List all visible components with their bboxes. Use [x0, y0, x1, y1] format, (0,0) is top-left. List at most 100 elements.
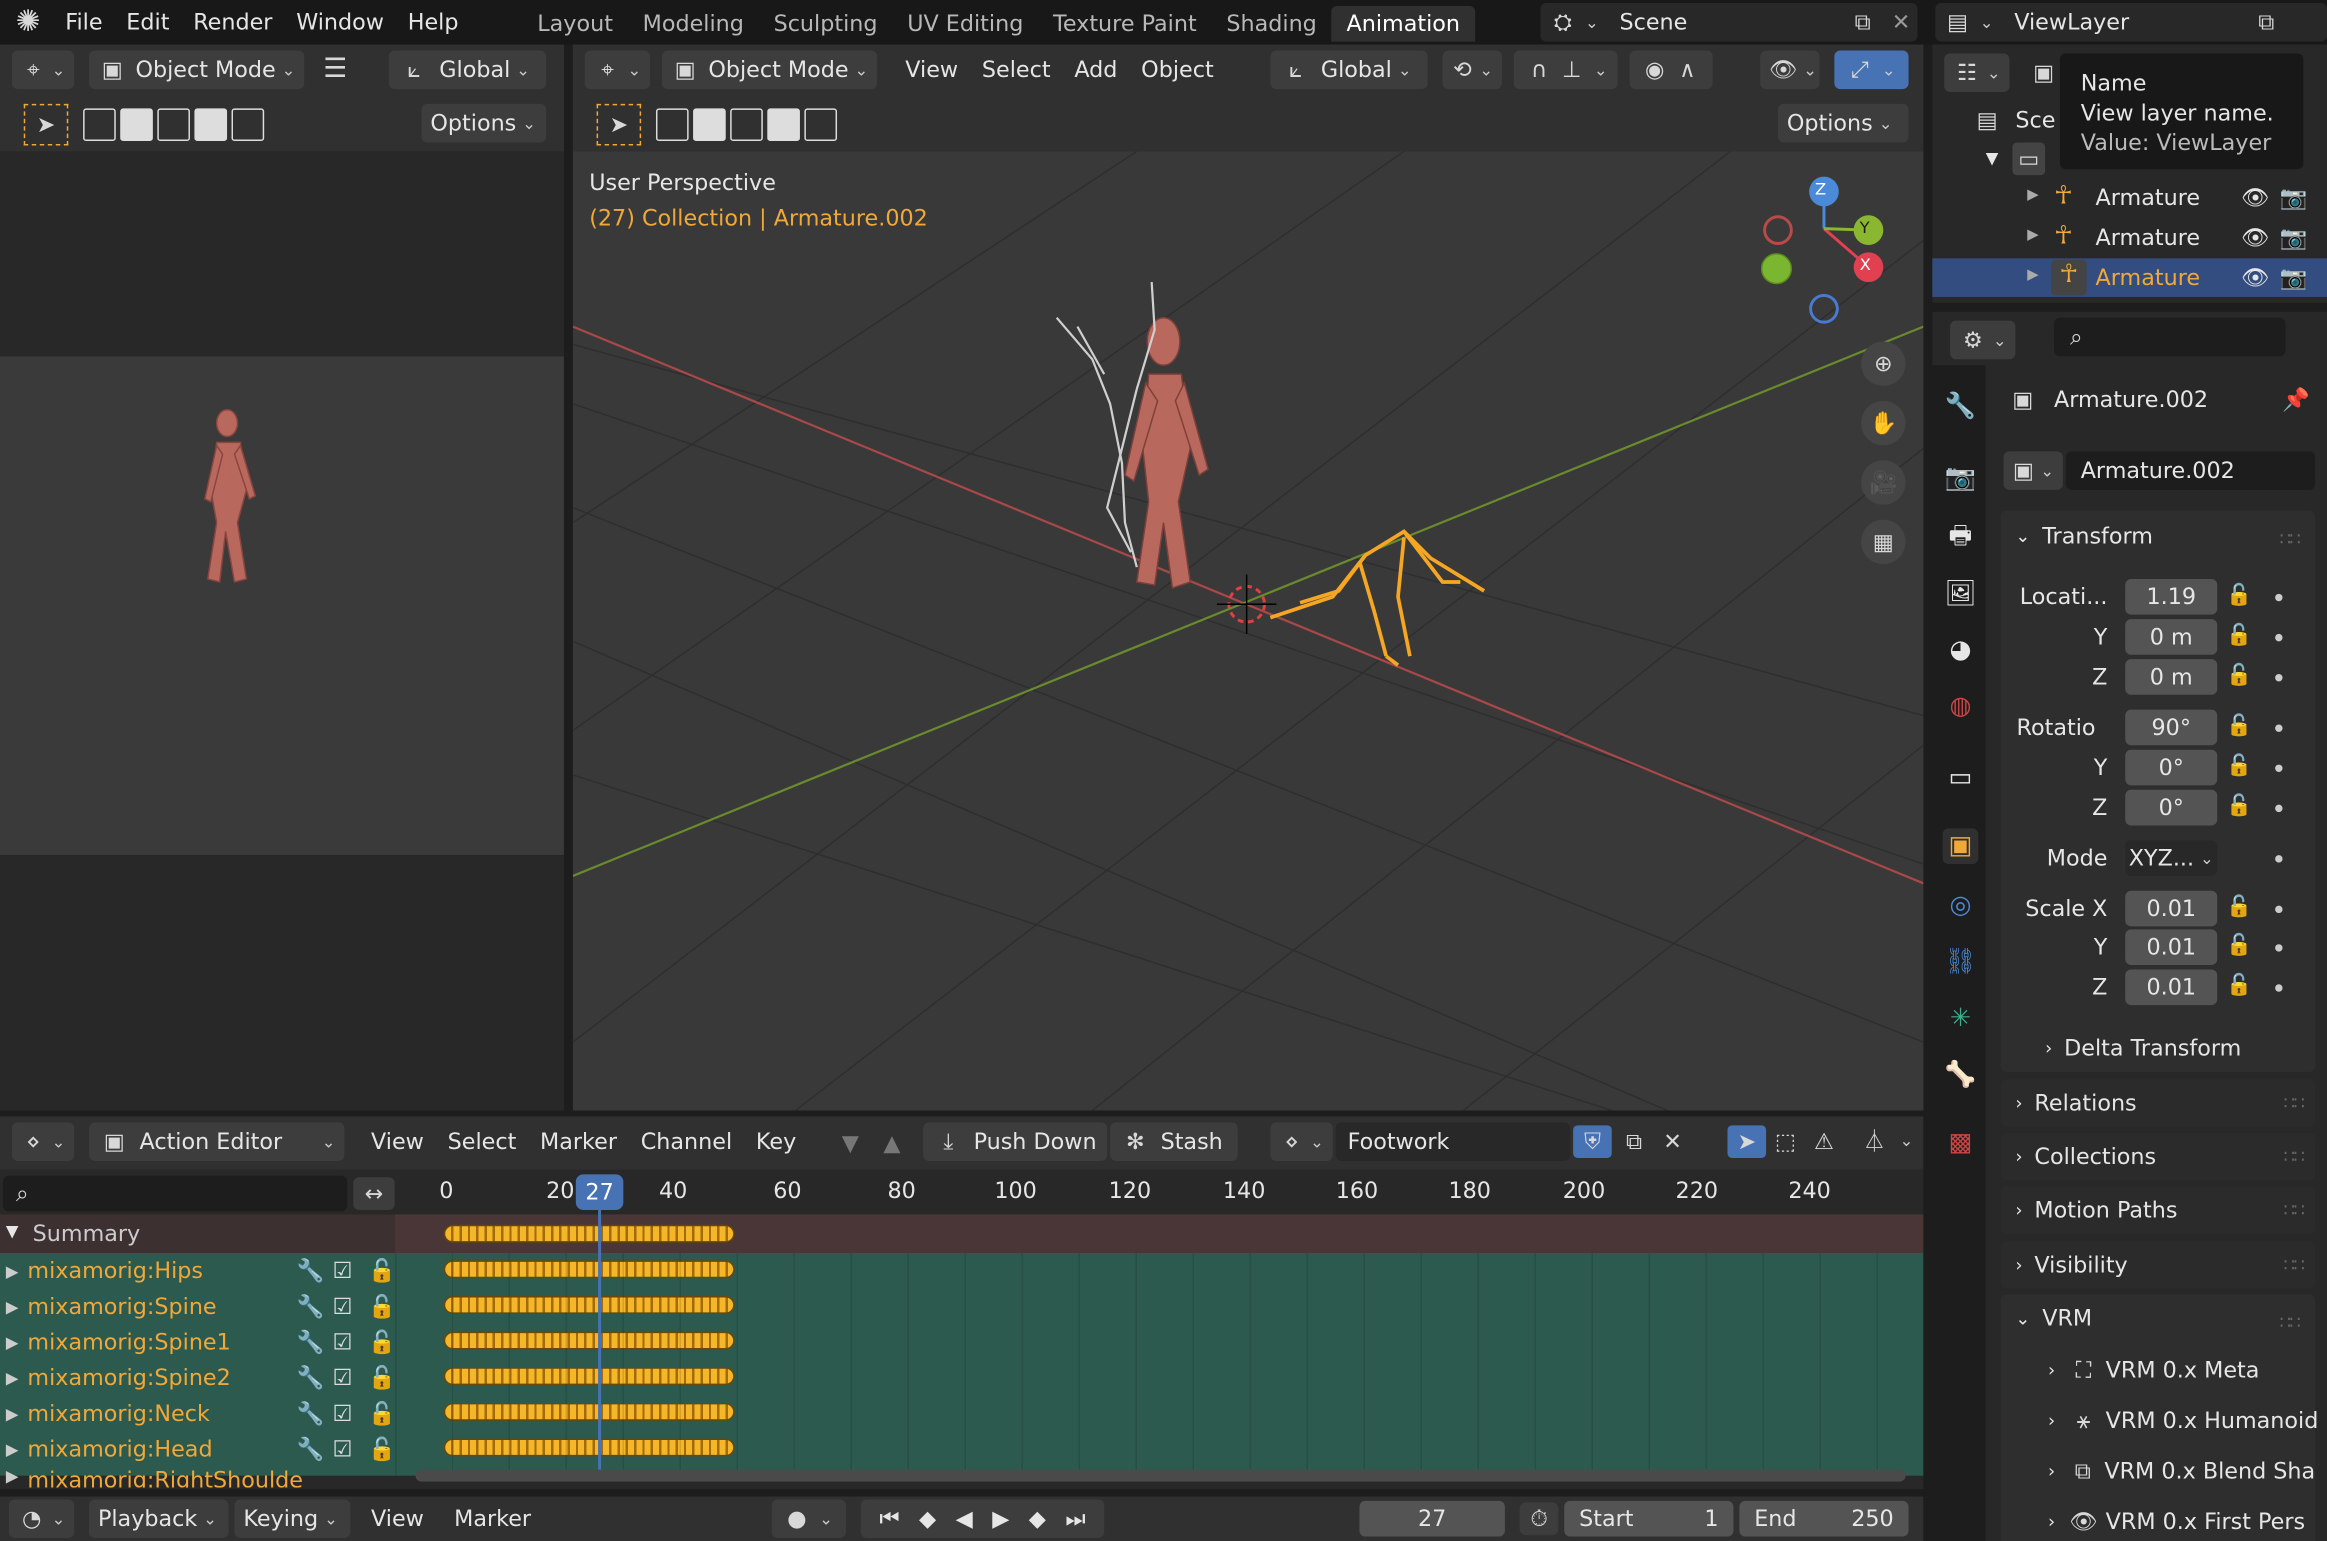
current-frame-indicator[interactable]: 27	[575, 1174, 624, 1210]
checkbox-icon[interactable]: ☑	[332, 1329, 352, 1356]
zoom-icon[interactable]: ⊕	[1861, 341, 1906, 386]
lock-icon[interactable]: 🔓	[368, 1364, 396, 1391]
visibility-panel[interactable]: › Visibility ∷∷	[2000, 1241, 2316, 1289]
editor-type-button[interactable]: ⋄ ⌄	[11, 1122, 75, 1161]
layer-up-icon[interactable]: ▲	[876, 1127, 909, 1160]
tab-sculpting[interactable]: Sculpting	[759, 10, 893, 37]
play-icon[interactable]: ▶	[992, 1505, 1009, 1532]
menu-channel[interactable]: Channel	[641, 1128, 732, 1155]
blender-logo-icon[interactable]: ✺	[12, 4, 45, 37]
left-orientation-selector[interactable]: ⟀ Global ⌄	[388, 50, 547, 90]
select-invert-icon[interactable]	[194, 108, 228, 142]
menu-object[interactable]: Object	[1141, 56, 1214, 83]
keyframe-dot-icon[interactable]	[2275, 905, 2283, 914]
menu-icon[interactable]: ☰	[319, 53, 352, 86]
outliner-row[interactable]: ▶ ☥ Armature 👁 📷	[1932, 218, 2327, 257]
lock-icon[interactable]: 🔓	[2226, 934, 2252, 958]
snap-button[interactable]: ∩ ⊥ ⌄	[1513, 50, 1618, 90]
chevron-down-icon[interactable]: ⌄	[1900, 1131, 1914, 1150]
channel-row[interactable]: ▶ mixamorig:Spine2 🔧 ☑ 🔓	[0, 1360, 396, 1396]
checkbox-icon[interactable]: ☑	[332, 1400, 352, 1427]
physics-tab-icon[interactable]: ◎	[1943, 888, 1979, 924]
eye-icon[interactable]: 👁	[2241, 184, 2269, 211]
channel-row[interactable]: ▶ mixamorig:Spine 🔧 ☑ 🔓	[0, 1289, 396, 1325]
tab-modeling[interactable]: Modeling	[628, 10, 759, 37]
menu-view[interactable]: View	[371, 1505, 424, 1532]
scene-selector[interactable]: ⛭ ⌄ Scene ⧉ ✕	[1540, 2, 1918, 42]
left-options-button[interactable]: Options ⌄	[421, 103, 547, 143]
vrm-blendshape-subpanel[interactable]: › ⧉ VRM 0.x Blend Sha	[2048, 1455, 2315, 1488]
select-intersect-icon[interactable]	[231, 108, 265, 142]
select-intersect-icon[interactable]	[804, 108, 838, 142]
select-extend-icon[interactable]	[693, 108, 726, 142]
visibility-button[interactable]: 👁 ⌄	[1760, 50, 1820, 90]
world-tab-icon[interactable]: ◍	[1943, 689, 1979, 725]
location-z-field[interactable]: 0 m	[2125, 659, 2218, 695]
drag-handle-icon[interactable]: ∷∷	[2280, 529, 2301, 550]
auto-keying-button[interactable]: ● ⌄	[771, 1499, 846, 1539]
channel-row[interactable]: ▶ mixamorig:Head 🔧 ☑ 🔓	[0, 1431, 396, 1467]
transform-header[interactable]: ⌄ Transform	[2015, 523, 2153, 550]
wrench-icon[interactable]: 🔧	[297, 1257, 325, 1284]
menu-view[interactable]: View	[371, 1128, 424, 1155]
select-tool-icon[interactable]: ➤	[596, 103, 642, 146]
menu-file[interactable]: File	[65, 9, 102, 36]
scale-y-field[interactable]: 0.01	[2125, 929, 2218, 965]
swap-arrows-icon[interactable]: ↔	[353, 1177, 395, 1210]
select-tool-icon[interactable]: ➤	[23, 103, 69, 146]
render-camera-icon[interactable]: 📷	[2280, 224, 2308, 251]
tool-tab-icon[interactable]: 🔧	[1943, 389, 1979, 425]
properties-type-button[interactable]: ⚙ ⌄	[1950, 320, 2016, 360]
wrench-icon[interactable]: 🔧	[297, 1293, 325, 1320]
object-name-field[interactable]: Armature.002	[2065, 451, 2316, 490]
keyframe-dot-icon[interactable]	[2275, 764, 2283, 772]
copy-icon[interactable]: ⧉	[1846, 6, 1879, 39]
channel-row[interactable]: ▶ mixamorig:Hips 🔧 ☑ 🔓	[0, 1253, 396, 1289]
scene-tab-icon[interactable]: ◕	[1943, 632, 1979, 668]
scale-x-field[interactable]: 0.01	[2125, 890, 2218, 927]
motion-paths-panel[interactable]: › Motion Paths ∷∷	[2000, 1186, 2316, 1234]
collections-panel[interactable]: › Collections ∷∷	[2000, 1132, 2316, 1181]
dopesheet-mode-selector[interactable]: ▣ Action Editor ⌄	[89, 1122, 345, 1161]
render-camera-icon[interactable]: 📷	[2280, 264, 2308, 291]
layer-down-icon[interactable]: ▼	[834, 1127, 867, 1160]
menu-marker[interactable]: Marker	[540, 1128, 617, 1155]
play-reverse-icon[interactable]: ◀	[956, 1505, 973, 1532]
horizontal-scrollbar[interactable]	[415, 1469, 1906, 1482]
location-y-field[interactable]: 0 m	[2125, 619, 2218, 655]
playhead-line[interactable]	[598, 1209, 602, 1470]
action-name-field[interactable]: Footwork	[1335, 1122, 1571, 1161]
wrench-icon[interactable]: 🔧	[297, 1436, 325, 1463]
viewport-mode-selector[interactable]: ▣ Object Mode ⌄	[661, 50, 878, 90]
bone-tab-icon[interactable]: 🦴	[1943, 1057, 1979, 1093]
lock-icon[interactable]: 🔓	[368, 1293, 396, 1320]
vrm-header[interactable]: ⌄ VRM	[2015, 1305, 2092, 1332]
output-tab-icon[interactable]: 🖶	[1943, 520, 1979, 556]
menu-view[interactable]: View	[905, 56, 958, 83]
delta-transform-header[interactable]: › Delta Transform	[2045, 1035, 2241, 1062]
select-subtract-icon[interactable]	[730, 108, 763, 142]
outliner-type-button[interactable]: ☷ ⌄	[1944, 53, 2010, 93]
prev-keyframe-icon[interactable]: ◆	[919, 1505, 936, 1532]
collapse-arrow-icon[interactable]: ▼	[1986, 148, 1999, 167]
select-new-icon[interactable]	[83, 108, 116, 142]
gizmo-button[interactable]: ⤢ ⌄	[1834, 50, 1909, 90]
menu-marker[interactable]: Marker	[454, 1505, 531, 1532]
menu-select[interactable]: Select	[448, 1128, 517, 1155]
wrench-icon[interactable]: 🔧	[297, 1364, 325, 1391]
scale-z-field[interactable]: 0.01	[2125, 969, 2218, 1006]
expand-arrow-icon[interactable]: ▶	[2027, 187, 2038, 203]
keyframe-dot-icon[interactable]	[2275, 593, 2283, 602]
copy-icon[interactable]: ⧉	[1618, 1125, 1651, 1158]
channel-row[interactable]: ▶ mixamorig:RightShoulde	[0, 1467, 395, 1488]
show-hidden-icon[interactable]: ⬚	[1769, 1125, 1802, 1158]
rotation-y-field[interactable]: 0°	[2125, 749, 2218, 786]
keyframe-dot-icon[interactable]	[2275, 633, 2283, 642]
rotation-z-field[interactable]: 0°	[2125, 789, 2218, 826]
area-divider[interactable]	[1923, 1116, 1933, 1541]
only-selected-icon[interactable]: ➤	[1727, 1125, 1767, 1158]
jump-start-icon[interactable]: ⏮	[879, 1505, 899, 1532]
collection-tab-icon[interactable]: ▭	[1943, 760, 1979, 796]
select-new-icon[interactable]	[655, 108, 689, 142]
editor-type-button[interactable]: ⌖ ⌄	[584, 50, 651, 90]
